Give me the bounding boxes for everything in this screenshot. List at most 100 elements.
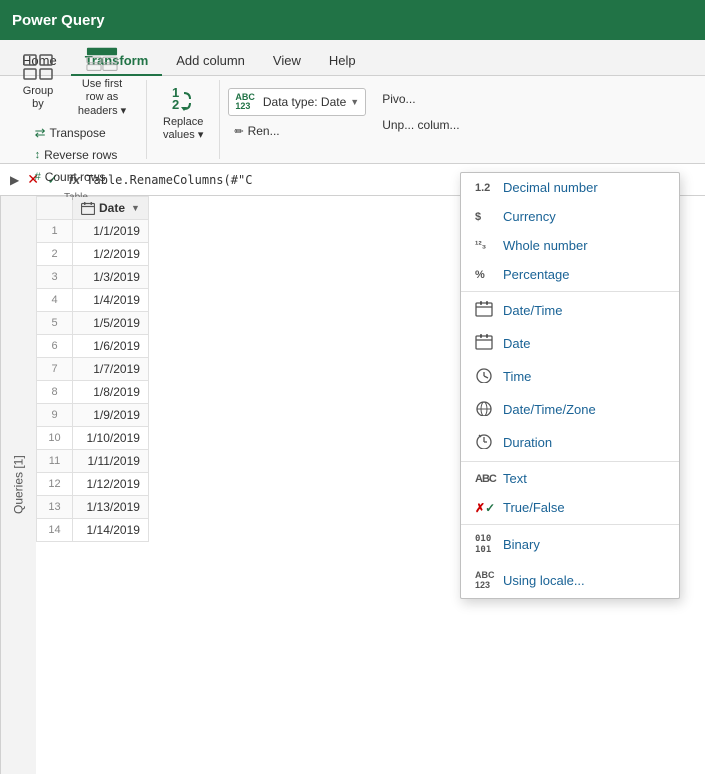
table-row[interactable]: 2 1/2/2019 — [37, 243, 149, 266]
dropdown-currency[interactable]: $ Currency — [461, 202, 679, 231]
row-number: 11 — [37, 450, 73, 473]
currency-icon: $ — [475, 211, 503, 223]
dropdown-binary[interactable]: 010101 Binary — [461, 527, 679, 563]
table-row[interactable]: 7 1/7/2019 — [37, 358, 149, 381]
dropdown-duration[interactable]: Duration — [461, 426, 679, 459]
table-row[interactable]: 4 1/4/2019 — [37, 289, 149, 312]
datetimezone-label: Date/Time/Zone — [503, 402, 596, 417]
date-icon — [475, 334, 503, 353]
table-row[interactable]: 5 1/5/2019 — [37, 312, 149, 335]
locale-label: Using locale... — [503, 573, 585, 588]
data-type-button[interactable]: ABC123 Data type: Date ▼ — [228, 88, 366, 116]
row-number: 5 — [37, 312, 73, 335]
dropdown-whole[interactable]: ¹²₃ Whole number — [461, 231, 679, 260]
date-cell: 1/6/2019 — [73, 335, 149, 358]
date-cell: 1/5/2019 — [73, 312, 149, 335]
date-cell: 1/10/2019 — [73, 427, 149, 450]
replace-values-label: Replacevalues ▾ — [163, 116, 203, 142]
queries-panel[interactable]: Queries [1] — [0, 196, 36, 774]
table-row[interactable]: 9 1/9/2019 — [37, 404, 149, 427]
table-row[interactable]: 6 1/6/2019 — [37, 335, 149, 358]
app-title: Power Query — [12, 12, 105, 29]
row-number: 10 — [37, 427, 73, 450]
use-first-row-icon — [86, 44, 118, 76]
dropdown-arrow-icon: ▼ — [350, 97, 359, 107]
dropdown-time[interactable]: Time — [461, 360, 679, 393]
percentage-label: Percentage — [503, 267, 570, 282]
date-cell: 1/2/2019 — [73, 243, 149, 266]
whole-number-icon: ¹²₃ — [475, 240, 503, 251]
binary-icon: 010101 — [475, 534, 503, 556]
table-row[interactable]: 14 1/14/2019 — [37, 519, 149, 542]
reverse-rows-label: Reverse rows — [44, 148, 117, 162]
expand-formula-button[interactable]: ▶ — [6, 169, 23, 191]
date-cell: 1/7/2019 — [73, 358, 149, 381]
dropdown-truefalse[interactable]: ✗✓ True/False — [461, 493, 679, 522]
decimal-icon: 1.2 — [475, 182, 503, 194]
whole-number-label: Whole number — [503, 238, 588, 253]
table-row[interactable]: 1 1/1/2019 — [37, 220, 149, 243]
row-number: 8 — [37, 381, 73, 404]
table-row[interactable]: 3 1/3/2019 — [37, 266, 149, 289]
duration-label: Duration — [503, 435, 552, 450]
dropdown-percentage[interactable]: % Percentage — [461, 260, 679, 289]
transpose-button[interactable]: ⇄ Transpose — [29, 122, 124, 144]
date-cell: 1/1/2019 — [73, 220, 149, 243]
row-num-header — [37, 197, 73, 220]
row-number: 1 — [37, 220, 73, 243]
date-cell: 1/9/2019 — [73, 404, 149, 427]
table-row[interactable]: 13 1/13/2019 — [37, 496, 149, 519]
text-label: Text — [503, 471, 527, 486]
group-by-button[interactable]: Groupby — [14, 47, 62, 115]
dropdown-datetimezone[interactable]: Date/Time/Zone — [461, 393, 679, 426]
use-first-row-button[interactable]: Use first row asheaders ▾ — [66, 40, 138, 122]
pivot-button[interactable]: Pivo... — [372, 88, 465, 110]
truefalse-icon: ✗✓ — [475, 501, 503, 515]
date-cell: 1/8/2019 — [73, 381, 149, 404]
tab-view[interactable]: View — [259, 47, 315, 76]
datetime-label: Date/Time — [503, 303, 562, 318]
tab-add-column[interactable]: Add column — [162, 47, 259, 76]
date-cell: 1/11/2019 — [73, 450, 149, 473]
rename-icon: ✏ — [234, 125, 243, 138]
divider-2 — [461, 461, 679, 462]
table-row[interactable]: 10 1/10/2019 — [37, 427, 149, 450]
date-column-header[interactable]: Date ▼ — [73, 197, 149, 220]
row-number: 6 — [37, 335, 73, 358]
date-label: Date — [503, 336, 530, 351]
title-bar: Power Query — [0, 0, 705, 40]
row-number: 4 — [37, 289, 73, 312]
table-row[interactable]: 8 1/8/2019 — [37, 381, 149, 404]
date-cell: 1/4/2019 — [73, 289, 149, 312]
time-icon — [475, 367, 503, 386]
filter-icon[interactable]: ▼ — [131, 203, 140, 213]
dropdown-text[interactable]: ABC Text — [461, 464, 679, 493]
dropdown-locale[interactable]: ABC123 Using locale... — [461, 563, 679, 599]
group-by-label: Groupby — [23, 85, 54, 111]
unpivot-button[interactable]: Unp... colum... — [372, 114, 465, 136]
dropdown-decimal[interactable]: 1.2 Decimal number — [461, 173, 679, 202]
dropdown-datetime[interactable]: Date/Time — [461, 294, 679, 327]
ribbon-group-table: Groupby Use first row asheaders ▾ ⇄ — [6, 80, 147, 159]
date-column-type-icon — [81, 202, 95, 215]
data-type-label: Data type: Date — [263, 95, 346, 109]
row-number: 13 — [37, 496, 73, 519]
date-cell: 1/14/2019 — [73, 519, 149, 542]
replace-values-button[interactable]: 1 2 Replacevalues ▾ — [155, 78, 211, 146]
truefalse-label: True/False — [503, 500, 565, 515]
row-number: 9 — [37, 404, 73, 427]
rename-button[interactable]: ✏ Ren... — [228, 120, 366, 142]
duration-icon — [475, 433, 503, 452]
date-column-label: Date — [99, 201, 125, 215]
table-row[interactable]: 12 1/12/2019 — [37, 473, 149, 496]
svg-text:2: 2 — [172, 97, 179, 112]
dropdown-date[interactable]: Date — [461, 327, 679, 360]
ribbon: Groupby Use first row asheaders ▾ ⇄ — [0, 76, 705, 164]
group-by-icon — [22, 51, 54, 83]
count-rows-button[interactable]: # Count rows — [29, 166, 124, 188]
table-row[interactable]: 11 1/11/2019 — [37, 450, 149, 473]
queries-panel-label: Queries [1] — [12, 456, 26, 515]
datetime-icon — [475, 301, 503, 320]
tab-help[interactable]: Help — [315, 47, 370, 76]
reverse-rows-button[interactable]: ↕ Reverse rows — [29, 144, 124, 166]
